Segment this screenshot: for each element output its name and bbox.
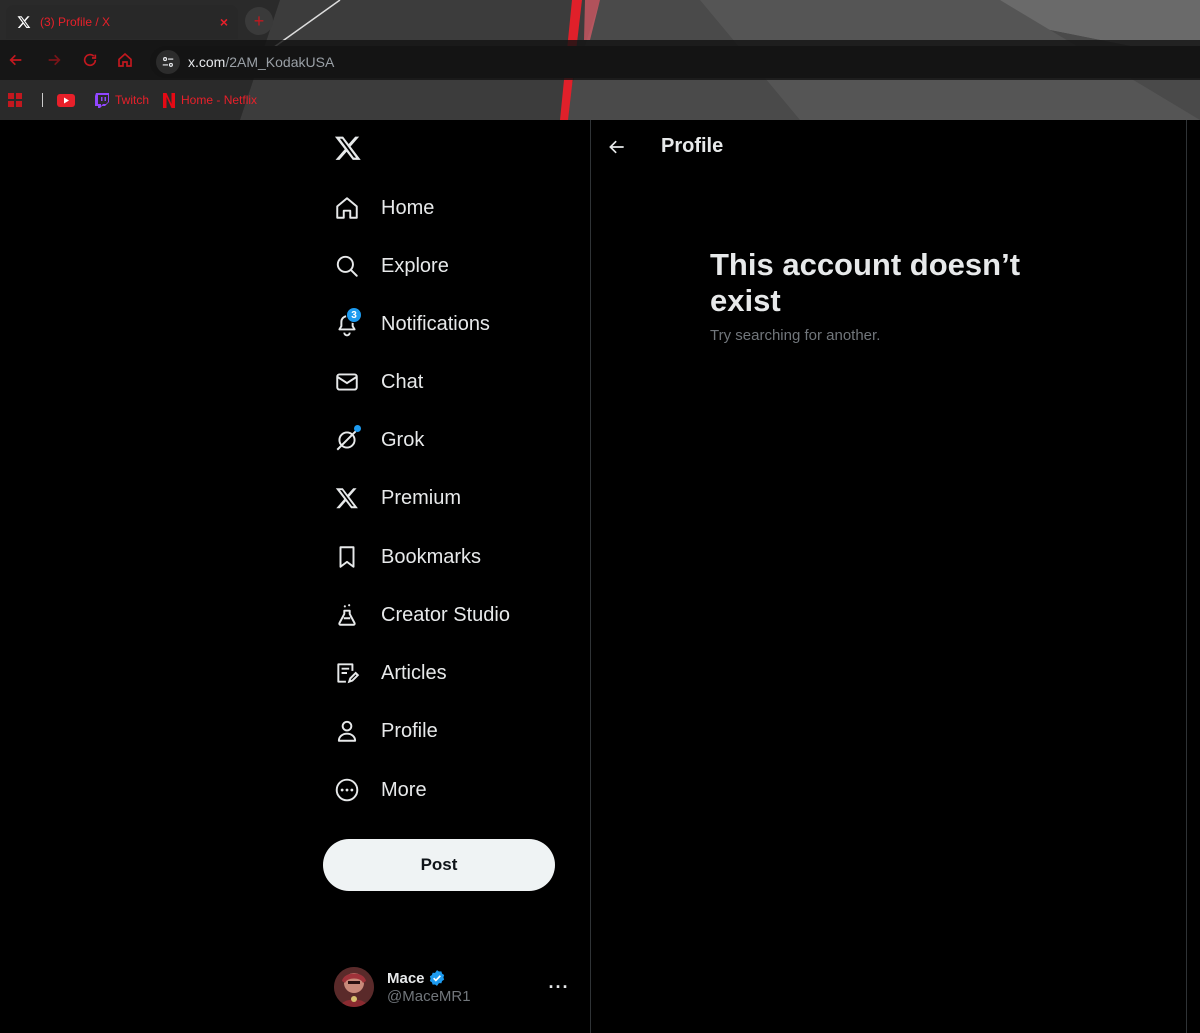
site-info-icon[interactable] [156,50,180,74]
account-text: Mace @MaceMR1 [387,969,544,1006]
column-divider-right [1186,120,1187,1033]
sidebar-item-label: Articles [381,661,447,684]
home-icon [334,195,360,221]
home-button[interactable] [115,50,135,70]
sidebar-item-label: Grok [381,428,425,451]
sidebar-item-label: Premium [381,486,462,509]
sidebar-item-explore[interactable]: Explore [334,244,449,288]
bookmark-label: Twitch [115,93,150,107]
forward-button[interactable] [44,50,64,70]
avatar [334,967,374,1007]
bookmark-icon [334,544,360,570]
account-handle: @MaceMR1 [387,988,471,1005]
sidebar-item-label: Explore [381,254,449,277]
account-switcher[interactable]: Mace @MaceMR1 ··· [334,963,574,1011]
mail-icon [334,369,360,395]
reload-icon [83,53,97,67]
account-more-button[interactable]: ··· [544,977,574,998]
grok-indicator-dot [354,425,361,432]
sidebar-item-label: Notifications [381,312,490,335]
sidebar-item-bookmarks[interactable]: Bookmarks [334,535,481,579]
back-button[interactable] [599,129,635,165]
home-icon [118,52,132,67]
person-icon [334,718,360,744]
page-title: Profile [661,135,724,157]
post-button[interactable]: Post [323,839,555,891]
tab-close-button[interactable]: × [220,14,228,30]
arrow-right-icon [48,54,61,66]
sidebar-item-profile[interactable]: Profile [334,709,438,753]
bookmarks-bar: Twitch Home - Netflix [0,86,271,114]
arrow-left-icon [9,54,22,66]
x-logo-icon[interactable] [334,134,364,164]
sidebar-item-chat[interactable]: Chat [334,360,423,404]
youtube-icon [57,93,75,107]
bell-icon: 3 [334,307,362,337]
sidebar-item-articles[interactable]: Articles [334,651,447,695]
main-column: Profile This account doesn’t exist Try s… [591,120,1186,1033]
bookmark-netflix[interactable]: Home - Netflix [163,92,258,108]
sidebar-item-label: Chat [381,370,424,393]
grok-icon [334,425,361,453]
more-circle-icon [334,777,360,803]
empty-state: This account doesn’t exist Try searching… [710,247,1050,344]
apps-grid-icon [8,93,22,107]
bookmark-youtube[interactable] [57,93,81,107]
sidebar-item-label: Profile [381,719,438,742]
new-tab-button[interactable]: + [245,7,273,35]
sidebar-item-label: Home [381,196,435,219]
sidebar-item-creator-studio[interactable]: Creator Studio [334,593,510,637]
sidebar-item-more[interactable]: More [334,768,427,812]
sidebar-item-grok[interactable]: Grok [334,418,424,462]
x-favicon-icon [16,14,32,30]
profile-header: Profile [591,120,1186,173]
sidebar-item-label: Bookmarks [381,545,482,568]
sidebar-item-notifications[interactable]: 3 Notifications [334,302,490,346]
notification-badge: 3 [346,307,362,323]
account-name-row: Mace [387,969,544,987]
search-icon [334,253,360,279]
bookmark-twitch[interactable]: Twitch [95,92,150,108]
reload-button[interactable] [80,50,100,70]
empty-state-title: This account doesn’t exist [710,247,1021,318]
bookmark-label: Home - Netflix [181,93,258,107]
article-icon [334,660,360,686]
verified-badge-icon [429,970,444,986]
twitch-icon [95,92,109,108]
bookmark-separator [42,93,43,107]
sidebar-item-premium[interactable]: Premium [334,476,461,520]
browser-tab[interactable]: (3) Profile / X × [6,5,238,39]
x-app: Home Explore 3 Notifications Chat Grok P… [0,120,1200,1033]
flask-icon [334,602,360,628]
browser-chrome: (3) Profile / X × + x.com/2AM_KodakUSA T… [0,0,1200,120]
netflix-icon [163,92,176,108]
x-logo-icon [334,485,360,511]
sidebar: Home Explore 3 Notifications Chat Grok P… [320,120,590,1033]
empty-state-subtitle: Try searching for another. [710,327,881,344]
url-text: x.com/2AM_KodakUSA [188,54,335,70]
tab-title: (3) Profile / X [40,15,111,29]
sidebar-item-label: Creator Studio [381,603,510,626]
sidebar-item-label: More [381,778,427,801]
bookmark-apps[interactable] [8,93,28,107]
account-name: Mace [387,969,425,987]
address-bar[interactable]: x.com/2AM_KodakUSA [150,46,1200,78]
back-button[interactable] [6,50,26,70]
arrow-left-icon [609,140,624,153]
sidebar-item-home[interactable]: Home [334,186,434,230]
